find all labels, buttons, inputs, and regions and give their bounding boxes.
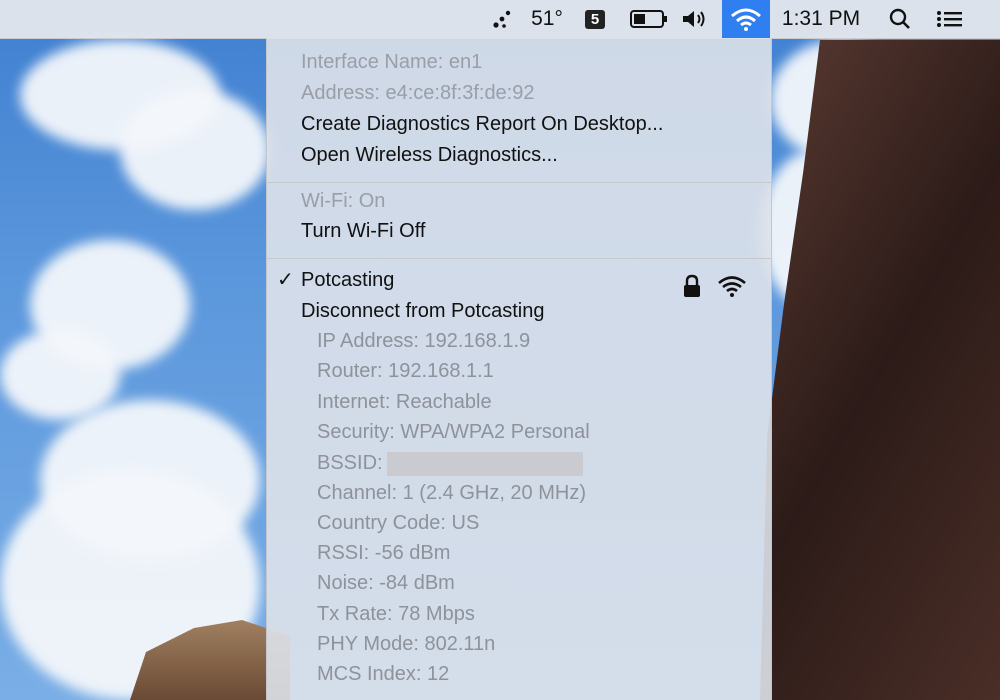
country-code: Country Code: US <box>317 512 480 534</box>
mac-address: Address: e4:ce:8f:3f:de:92 <box>301 82 535 104</box>
checkmark-icon: ✓ <box>277 269 294 291</box>
open-wireless-diagnostics-item[interactable]: Open Wireless Diagnostics... <box>301 142 558 168</box>
channel: Channel: 1 (2.4 GHz, 20 MHz) <box>317 482 586 504</box>
create-diagnostics-report-item[interactable]: Create Diagnostics Report On Desktop... <box>301 111 663 137</box>
volume-icon[interactable] <box>676 0 716 38</box>
wifi-signal-icon <box>717 274 747 298</box>
phy-mode: PHY Mode: 802.11n <box>317 633 496 655</box>
tx-rate: Tx Rate: 78 Mbps <box>317 603 475 625</box>
badge-icon[interactable]: 5 <box>578 0 612 38</box>
rssi: RSSI: -56 dBm <box>317 542 451 564</box>
weather-temperature[interactable]: 51° <box>524 0 570 38</box>
bssid: BSSID: <box>317 450 583 476</box>
menu-separator <box>267 182 771 183</box>
security-type: Security: WPA/WPA2 Personal <box>317 421 590 443</box>
wifi-icon[interactable] <box>722 0 770 38</box>
menu-bar: 51° 5 1:31 PM <box>0 0 1000 39</box>
clock-time[interactable]: 1:31 PM <box>776 0 866 38</box>
internet-status: Internet: Reachable <box>317 391 492 413</box>
router-address: Router: 192.168.1.1 <box>317 360 494 382</box>
disconnect-item[interactable]: Disconnect from Potcasting <box>301 298 544 324</box>
lock-icon <box>681 274 703 298</box>
turn-wifi-off-item[interactable]: Turn Wi-Fi Off <box>301 218 425 244</box>
interface-name: Interface Name: en1 <box>301 51 483 73</box>
mcs-index: MCS Index: 12 <box>317 663 450 685</box>
wifi-menu: Interface Name: en1 Address: e4:ce:8f:3f… <box>266 38 772 700</box>
search-icon[interactable] <box>882 0 918 38</box>
wifi-status: Wi-Fi: On <box>301 190 386 212</box>
ip-address: IP Address: 192.168.1.9 <box>317 330 531 352</box>
dots-icon[interactable] <box>486 0 520 38</box>
list-icon[interactable] <box>926 0 974 38</box>
bssid-redacted <box>386 451 583 476</box>
badge-number: 5 <box>584 9 606 29</box>
menu-separator <box>267 258 771 259</box>
bssid-label: BSSID: <box>317 452 383 474</box>
network-potcasting[interactable]: Potcasting <box>301 267 394 293</box>
battery-icon[interactable] <box>626 0 672 38</box>
noise: Noise: -84 dBm <box>317 572 455 594</box>
